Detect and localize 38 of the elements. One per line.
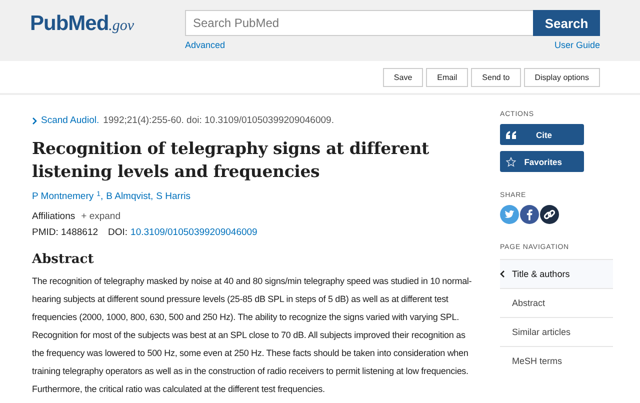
- abstract-text: The recognition of telegraphy masked by noise at 40 and 80 signs/min telegraphy speed was studied in 10 normal-hearing subjects at different sound pressure levels (25-85 dB SPL in steps of 5 dB) as well as at different test frequencies (2000, 1000, 800, 630, 500 and 250 Hz). The ability to recognize the signs varied with varying SPL. Recognition for most of the subjects was best at an SPL close to 70 dB. All subjects improved their recognition as the frequency was lowered to 500 Hz, some even at 250 Hz. These facts should be taken into consideration when training telegraphy operators as well as in the construction of radio receivers to permit listening at low frequencies. Furthermore, the critical ratio was calculated at the different test frequencies.: [32, 275, 473, 396]
- expand-link[interactable]: + expand: [81, 211, 120, 222]
- user-guide-link[interactable]: User Guide: [554, 40, 600, 50]
- pubmed-logo[interactable]: PubMed.gov: [30, 12, 155, 38]
- page-nav-link[interactable]: Title & authors: [500, 259, 613, 288]
- search-field[interactable]: Search PubMed: [185, 10, 533, 36]
- chevron-icon: [32, 116, 37, 124]
- citation-text: 1992;21(4):255-60. doi: 10.3109/01050399209046009.: [103, 115, 334, 126]
- page-nav-link[interactable]: MeSH terms: [500, 346, 613, 375]
- author-link[interactable]: B Almqvist: [106, 191, 151, 202]
- search-button[interactable]: Search: [533, 10, 600, 36]
- facebook-icon[interactable]: [520, 205, 539, 224]
- toolbar-button[interactable]: Email: [426, 68, 468, 86]
- toolbar-button[interactable]: Save: [382, 68, 424, 86]
- twitter-bird-icon[interactable]: [500, 205, 519, 224]
- toolbar-button[interactable]: Display options: [524, 68, 600, 86]
- separator-text: ,: [100, 191, 104, 202]
- star-icon: [506, 156, 516, 166]
- separator-text: ,: [150, 191, 154, 202]
- toolbar-button[interactable]: Send to: [471, 68, 521, 86]
- affiliation-number[interactable]: 1: [96, 191, 101, 198]
- page-nav-link[interactable]: Similar articles: [500, 317, 613, 346]
- advanced-link[interactable]: Advanced: [185, 40, 226, 50]
- article-title: Recognition of telegraphy signs at different listening levels and frequencies: [32, 138, 430, 183]
- chevron-icon: [500, 270, 505, 278]
- cite-button[interactable]: Cite: [500, 124, 584, 145]
- journal-link[interactable]: Scand Audiol.: [41, 115, 100, 126]
- abstract-heading: Abstract: [32, 252, 95, 267]
- quote-icon: [506, 130, 516, 138]
- author-link[interactable]: P Montnemery: [32, 191, 94, 202]
- link-icon[interactable]: [540, 205, 559, 224]
- pmid-text: PMID: 1488612: [32, 227, 98, 238]
- author-link[interactable]: S Harris: [156, 191, 190, 202]
- affiliations-label: Affiliations: [32, 211, 76, 222]
- doi-link[interactable]: 10.3109/01050399209046009: [130, 227, 258, 238]
- page-nav-link[interactable]: Abstract: [500, 288, 613, 317]
- doi-label: DOI:: [108, 227, 128, 238]
- favorites-button[interactable]: Favorites: [500, 151, 584, 172]
